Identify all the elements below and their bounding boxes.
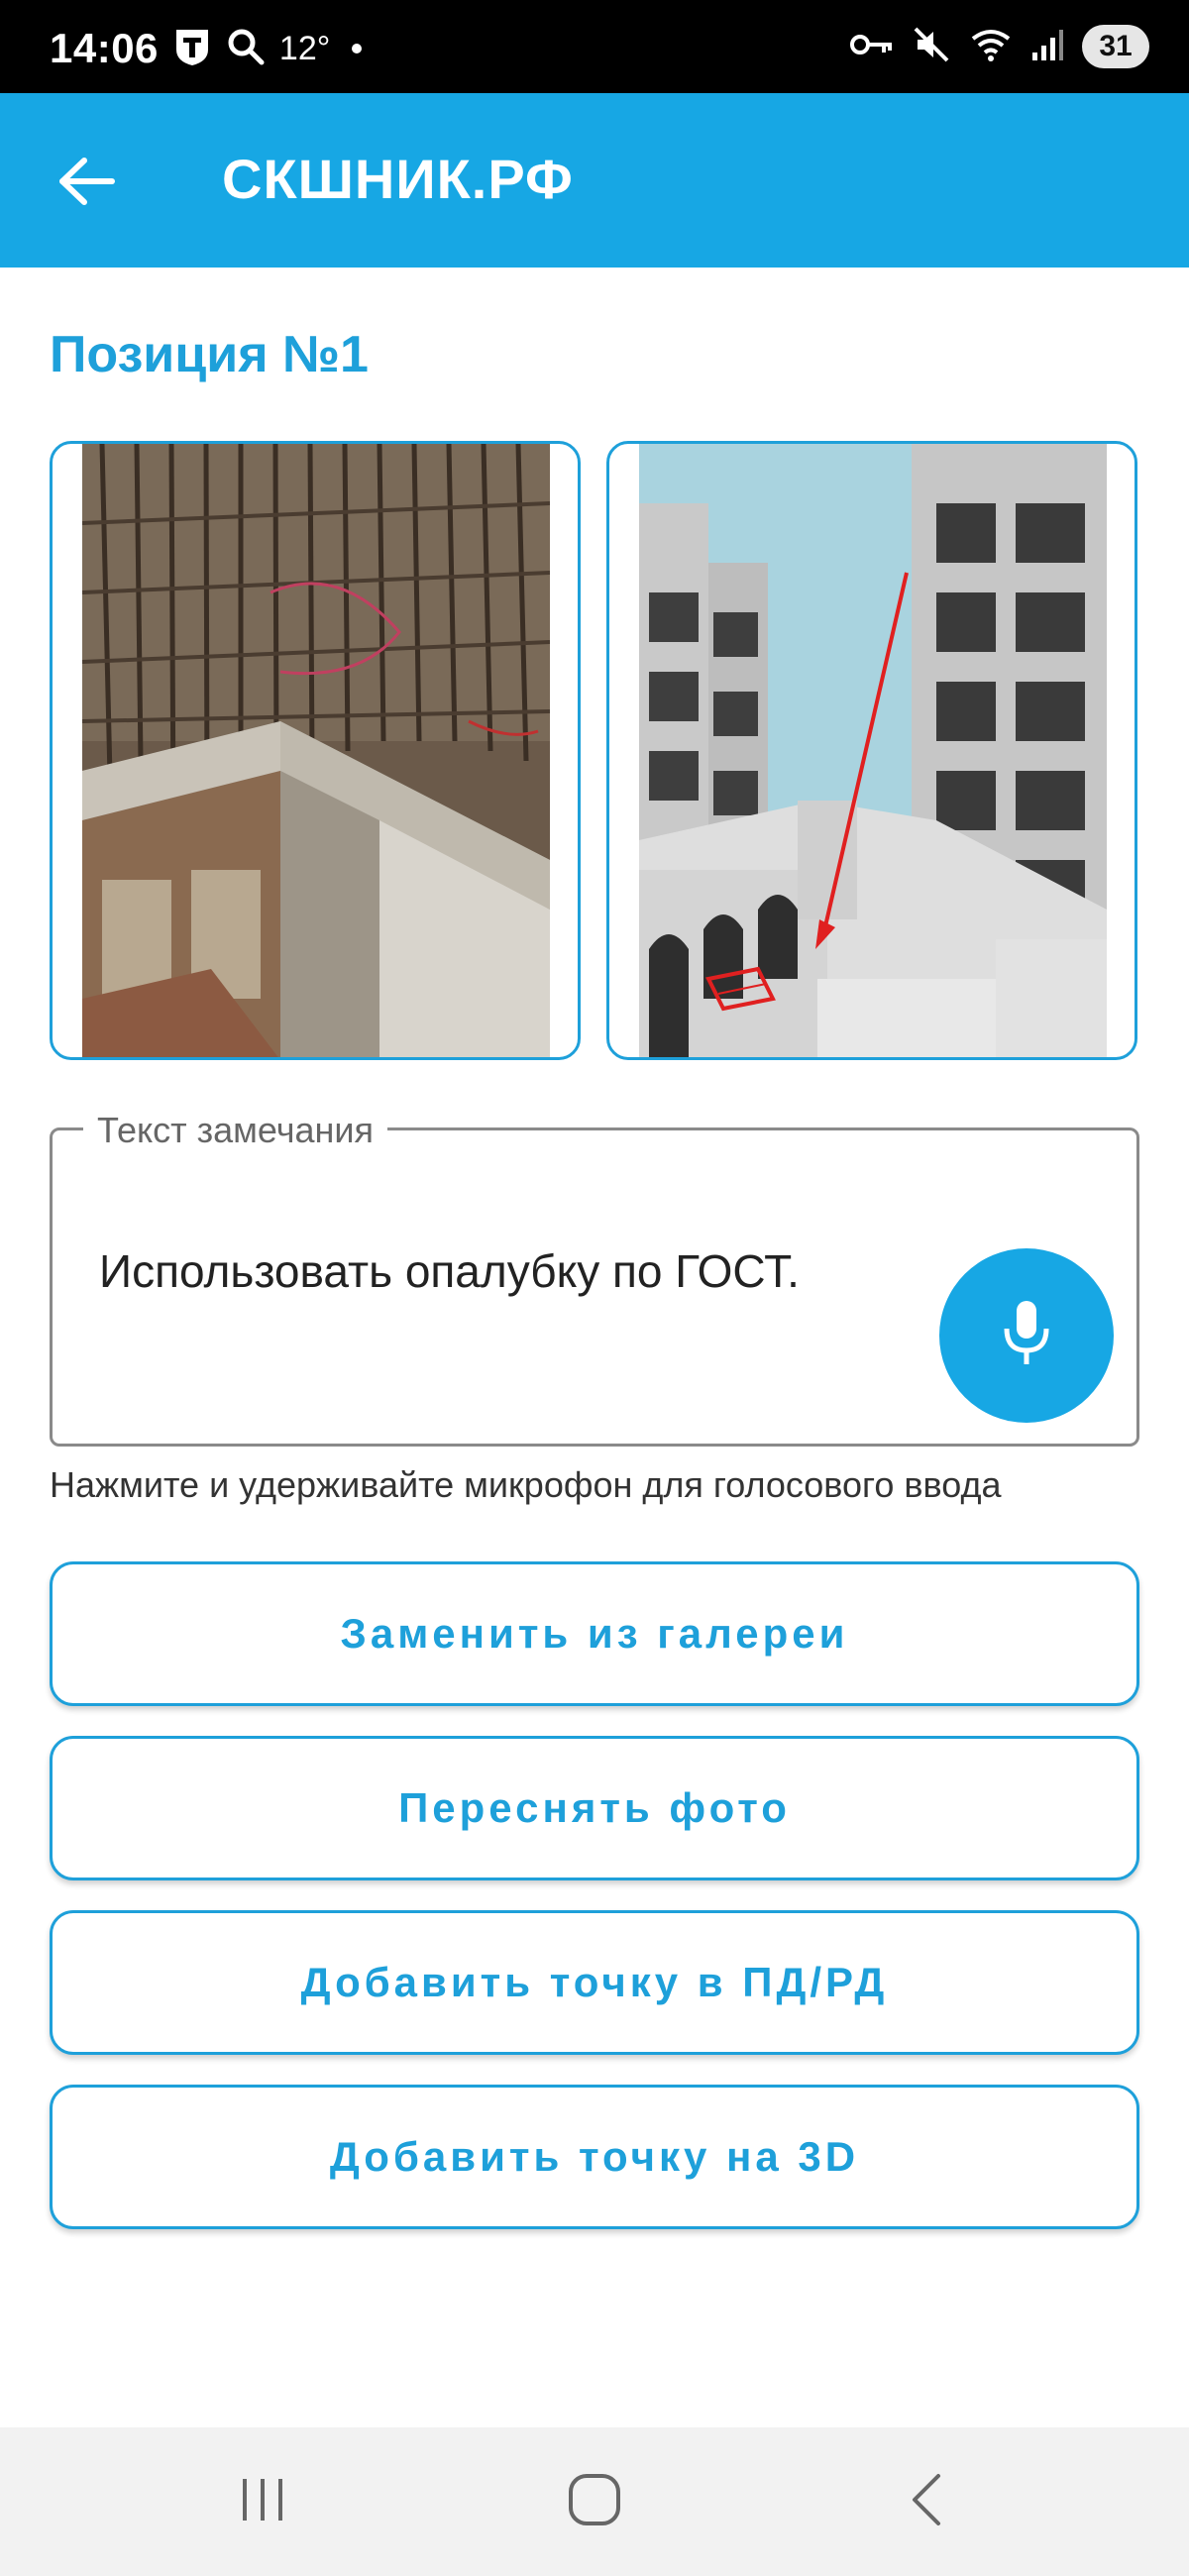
microphone-icon [999, 1299, 1054, 1373]
status-left: 14:06 12° [50, 24, 363, 73]
status-temperature: 12° [278, 29, 331, 67]
system-nav-bar [0, 2427, 1189, 2576]
back-button[interactable] [52, 149, 121, 218]
microphone-button[interactable] [939, 1248, 1114, 1423]
recent-apps-button[interactable] [223, 2467, 302, 2536]
add-point-3d-button[interactable]: Добавить точку на 3D [50, 2085, 1139, 2229]
back-icon [907, 2472, 946, 2532]
wifi-icon [969, 25, 1013, 69]
vpn-key-icon [850, 32, 894, 62]
add-point-pd-rd-button[interactable]: Добавить точку в ПД/РД [50, 1910, 1139, 2055]
position-title: Позиция №1 [50, 326, 369, 383]
status-time: 14:06 [50, 25, 159, 71]
search-icon [226, 27, 266, 71]
arrow-left-icon [56, 157, 116, 211]
remark-label: Текст замечания [83, 1110, 387, 1151]
notification-dot [352, 44, 363, 54]
signal-icon [1030, 27, 1064, 67]
home-button[interactable] [555, 2467, 634, 2536]
3d-model-photo[interactable] [606, 441, 1137, 1060]
recent-apps-icon [235, 2475, 290, 2529]
voice-input-hint: Нажмите и удерживайте микрофон для голос… [50, 1464, 1002, 1505]
app-bar: СКШНИК.РФ [0, 93, 1189, 268]
t-app-icon [172, 26, 212, 72]
nav-back-button[interactable] [887, 2467, 966, 2536]
battery-indicator: 31 [1082, 25, 1149, 68]
retake-photo-button[interactable]: Переснять фото [50, 1736, 1139, 1880]
remark-input[interactable]: Использовать опалубку по ГОСТ. [99, 1241, 812, 1301]
replace-from-gallery-button[interactable]: Заменить из галереи [50, 1561, 1139, 1706]
status-bar: 14:06 12° 31 [0, 0, 1189, 93]
mute-icon [912, 25, 951, 69]
rebar-photo[interactable] [50, 441, 581, 1060]
app-title: СКШНИК.РФ [222, 148, 574, 210]
home-icon [567, 2472, 622, 2532]
status-right: 31 [850, 22, 1149, 71]
